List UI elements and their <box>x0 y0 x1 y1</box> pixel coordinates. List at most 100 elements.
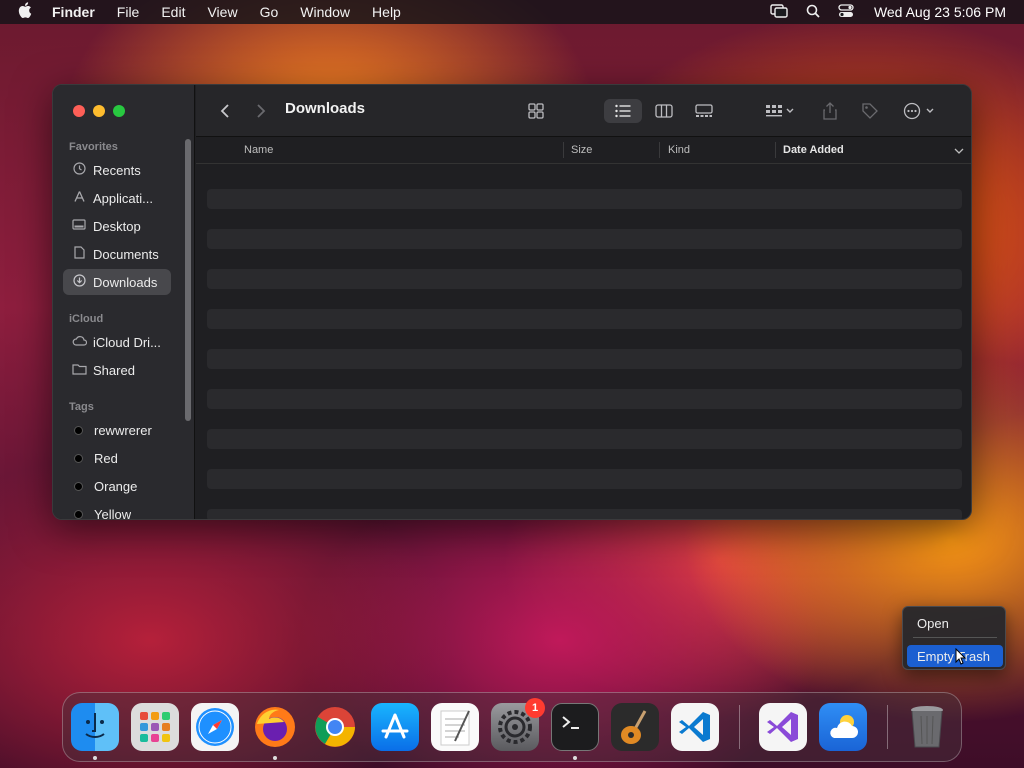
sidebar-tag-rewwrerer[interactable]: rewwrerer <box>63 417 171 443</box>
column-divider[interactable] <box>775 142 776 158</box>
dock-weather[interactable] <box>819 703 867 751</box>
dock-app-store[interactable] <box>371 703 419 751</box>
columns-icon <box>655 104 673 118</box>
dock-launchpad[interactable] <box>131 703 179 751</box>
forward-button[interactable] <box>250 99 272 123</box>
dock-finder[interactable] <box>71 703 119 751</box>
sidebar-item-recents[interactable]: Recents <box>63 157 171 183</box>
running-indicator <box>93 756 97 760</box>
list-row-stripe <box>207 189 962 209</box>
minimize-window-button[interactable] <box>93 105 105 117</box>
dock-terminal[interactable] <box>551 703 599 751</box>
column-divider[interactable] <box>563 142 564 158</box>
share-button[interactable] <box>818 99 842 123</box>
menu-edit[interactable]: Edit <box>161 4 185 20</box>
menu-app-name[interactable]: Finder <box>52 4 95 20</box>
list-row-stripe <box>207 429 962 449</box>
menu-item-open[interactable]: Open <box>907 612 1003 634</box>
column-size-header[interactable]: Size <box>571 144 592 156</box>
sidebar-item-documents[interactable]: Documents <box>63 241 171 267</box>
menu-go[interactable]: Go <box>260 4 279 20</box>
running-indicator <box>273 756 277 760</box>
apple-menu-icon[interactable] <box>18 2 38 22</box>
sidebar-item-icloud-drive[interactable]: iCloud Dri... <box>63 329 171 355</box>
list-row-stripe <box>207 229 962 249</box>
group-by-button[interactable] <box>760 99 800 123</box>
dock-safari[interactable] <box>191 703 239 751</box>
tag-dot-icon <box>74 509 83 519</box>
column-kind-header[interactable]: Kind <box>668 144 690 156</box>
list-view-button[interactable] <box>604 99 642 123</box>
column-date-added-header[interactable]: Date Added <box>783 144 844 156</box>
sidebar-scrollbar[interactable] <box>185 139 191 421</box>
trash-context-menu: Open Empty Trash <box>902 606 1006 670</box>
control-center-icon[interactable] <box>838 3 854 21</box>
group-grid-icon <box>766 105 794 117</box>
icon-view-button[interactable] <box>522 99 550 123</box>
sidebar-tag-red[interactable]: Red <box>63 445 171 471</box>
column-name-header[interactable]: Name <box>244 144 273 156</box>
list-icon <box>615 104 631 118</box>
window-controls <box>73 105 133 117</box>
desktop-icon <box>71 218 87 234</box>
app-store-icon <box>381 713 409 739</box>
dock-chrome[interactable] <box>311 703 359 751</box>
dock-vscode[interactable] <box>671 703 719 751</box>
notification-badge: 1 <box>525 698 545 718</box>
firefox-icon <box>255 707 295 747</box>
cloud-icon <box>71 335 87 349</box>
dock-firefox[interactable] <box>251 703 299 751</box>
sidebar-item-downloads[interactable]: Downloads <box>63 269 171 295</box>
screen-mirroring-icon[interactable] <box>770 3 788 21</box>
garageband-icon <box>621 710 647 744</box>
list-row-stripe <box>207 349 962 369</box>
sidebar-item-desktop[interactable]: Desktop <box>63 213 171 239</box>
weather-icon <box>830 715 858 738</box>
sort-chevron-down-icon <box>954 146 964 158</box>
gallery-icon <box>695 104 713 117</box>
menu-view[interactable]: View <box>207 4 237 20</box>
column-header: Name Size Kind Date Added <box>196 137 971 164</box>
zoom-window-button[interactable] <box>113 105 125 117</box>
menu-help[interactable]: Help <box>372 4 401 20</box>
dock-textedit[interactable] <box>431 703 479 751</box>
column-view-button[interactable] <box>650 99 678 123</box>
sidebar-section-favorites: Favorites <box>69 141 118 153</box>
dock-trash[interactable] <box>903 703 951 751</box>
close-window-button[interactable] <box>73 105 85 117</box>
dock-garageband[interactable] <box>611 703 659 751</box>
spotlight-search-icon[interactable] <box>806 4 820 21</box>
finder-sidebar: Favorites Recents Applicati... Desktop D… <box>53 85 195 519</box>
action-menu-button[interactable] <box>900 99 940 123</box>
sidebar-item-label: Documents <box>93 246 159 262</box>
edit-tags-button[interactable] <box>858 99 882 123</box>
column-divider[interactable] <box>659 142 660 158</box>
dock-separator <box>887 705 888 749</box>
trash-icon <box>911 706 943 748</box>
menu-window[interactable]: Window <box>300 4 350 20</box>
share-icon <box>823 102 837 120</box>
tag-dot-icon <box>74 453 83 463</box>
chrome-icon <box>315 707 355 747</box>
list-row-stripe <box>207 389 962 409</box>
menu-file[interactable]: File <box>117 4 140 20</box>
dock-system-settings[interactable]: 1 <box>491 698 545 751</box>
visual-studio-icon <box>767 712 798 742</box>
sidebar-tag-orange[interactable]: Orange <box>63 473 171 499</box>
sidebar-item-label: rewwrerer <box>94 422 152 438</box>
finder-toolbar: Downloads <box>196 85 971 137</box>
sidebar-item-label: Desktop <box>93 218 141 234</box>
sidebar-item-label: Orange <box>94 478 138 494</box>
file-list[interactable] <box>196 165 971 519</box>
sidebar-item-label: Recents <box>93 162 141 178</box>
menu-clock[interactable]: Wed Aug 23 5:06 PM <box>874 4 1006 20</box>
back-button[interactable] <box>214 99 236 123</box>
applications-icon <box>71 190 87 206</box>
gallery-view-button[interactable] <box>690 99 718 123</box>
sidebar-item-shared[interactable]: Shared <box>63 357 171 383</box>
clock-icon <box>71 162 87 178</box>
sidebar-item-applications[interactable]: Applicati... <box>63 185 171 211</box>
dock-visual-studio[interactable] <box>759 703 807 751</box>
sidebar-section-tags: Tags <box>69 401 94 413</box>
sidebar-tag-yellow[interactable]: Yellow <box>63 501 171 519</box>
